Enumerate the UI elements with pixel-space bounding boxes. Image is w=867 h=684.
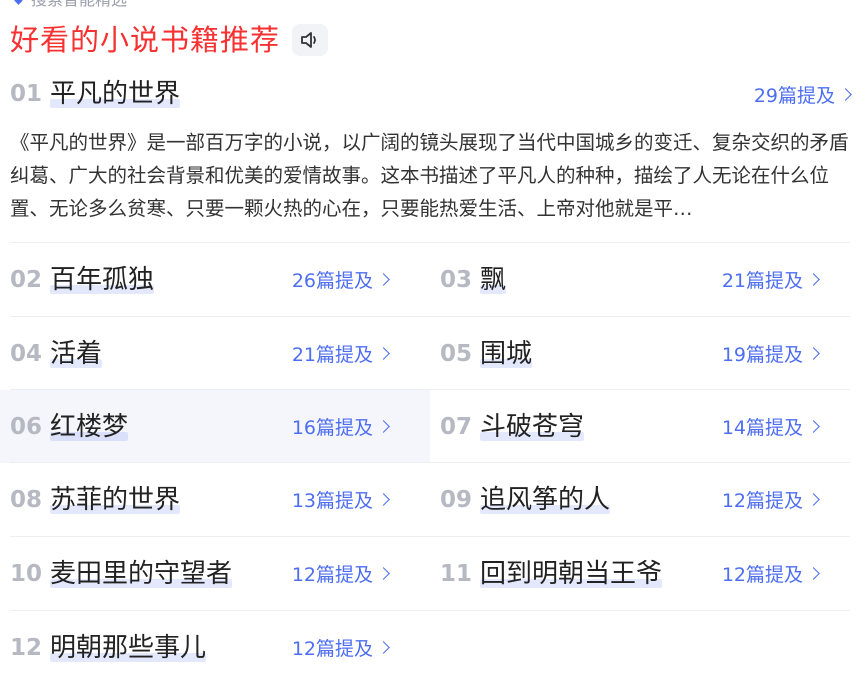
book-item-left: 08 苏菲的世界 xyxy=(10,484,181,516)
book-item[interactable]: 04 活着 21篇提及 xyxy=(0,317,430,390)
mention-link[interactable]: 29篇提及 xyxy=(753,81,852,108)
chevron-right-icon xyxy=(807,347,820,360)
mention-link[interactable]: 12篇提及 xyxy=(291,634,390,661)
chevron-right-icon xyxy=(377,420,390,433)
row-divider xyxy=(10,389,850,390)
mention-count: 29篇提及 xyxy=(753,84,835,107)
book-item-left: 02 百年孤独 xyxy=(10,264,155,296)
mention-count: 26篇提及 xyxy=(291,270,373,292)
mention-count: 14篇提及 xyxy=(721,417,803,439)
mention-count: 19篇提及 xyxy=(721,344,803,366)
rank-number: 01 xyxy=(10,81,43,107)
rank-number: 07 xyxy=(440,413,473,440)
book-item[interactable]: 10 麦田里的守望者 12篇提及 xyxy=(0,537,430,610)
mention-link[interactable]: 19篇提及 xyxy=(721,340,820,367)
row-divider xyxy=(10,536,850,537)
chevron-right-icon xyxy=(377,493,390,506)
mention-link[interactable]: 26篇提及 xyxy=(291,266,390,293)
mention-link[interactable]: 21篇提及 xyxy=(721,266,820,293)
book-item[interactable]: 06 红楼梦 16篇提及 xyxy=(0,390,430,463)
book-name[interactable]: 苏菲的世界 xyxy=(50,484,181,516)
chevron-right-icon xyxy=(807,493,820,506)
book-item-left: 11 回到明朝当王爷 xyxy=(440,558,663,590)
book-item[interactable]: 08 苏菲的世界 13篇提及 xyxy=(0,463,430,536)
chevron-right-icon xyxy=(807,273,820,286)
rank-number: 12 xyxy=(10,634,43,661)
row-divider xyxy=(10,242,850,243)
mention-link[interactable]: 12篇提及 xyxy=(721,560,820,587)
book-name[interactable]: 明朝那些事儿 xyxy=(50,632,207,664)
title-row: 好看的小说书籍推荐 xyxy=(10,20,329,60)
chevron-right-icon xyxy=(377,641,390,654)
book-name[interactable]: 红楼梦 xyxy=(50,411,129,443)
rank-number: 11 xyxy=(440,560,473,587)
book-item-top[interactable]: 01 平凡的世界 29篇提及 《平凡的世界》是一部百万字的小说，以广阔的镜头展现… xyxy=(10,72,852,225)
chevron-right-icon xyxy=(807,567,820,580)
mention-count: 21篇提及 xyxy=(721,270,803,292)
mention-link[interactable]: 16篇提及 xyxy=(291,413,390,440)
row-divider xyxy=(10,610,850,611)
chevron-right-icon xyxy=(377,347,390,360)
chevron-right-icon xyxy=(377,273,390,286)
mention-count: 16篇提及 xyxy=(291,417,373,439)
row-divider xyxy=(10,316,850,317)
book-item[interactable]: 02 百年孤独 26篇提及 xyxy=(0,243,430,316)
book-item-left: 07 斗破苍穹 xyxy=(440,411,585,443)
book-description: 《平凡的世界》是一部百万字的小说，以广阔的镜头展现了当代中国城乡的变迁、复杂交织… xyxy=(10,131,849,220)
book-item[interactable]: 09 追风筝的人 12篇提及 xyxy=(430,463,860,536)
book-name[interactable]: 活着 xyxy=(50,338,103,370)
rank-number: 03 xyxy=(440,266,473,293)
chevron-right-icon xyxy=(807,420,820,433)
audio-button[interactable] xyxy=(292,24,329,56)
book-name[interactable]: 平凡的世界 xyxy=(50,78,181,110)
chevron-right-icon xyxy=(377,567,390,580)
top-cut-header: 搜索智能精选 xyxy=(12,0,127,9)
book-name[interactable]: 麦田里的守望者 xyxy=(50,558,233,590)
mention-link[interactable]: 12篇提及 xyxy=(721,486,820,513)
book-item-left: 06 红楼梦 xyxy=(10,411,129,443)
book-item[interactable]: 11 回到明朝当王爷 12篇提及 xyxy=(430,537,860,610)
book-name[interactable]: 回到明朝当王爷 xyxy=(480,558,663,590)
book-item[interactable]: 03 飘 21篇提及 xyxy=(430,243,860,316)
book-item[interactable]: 07 斗破苍穹 14篇提及 xyxy=(430,390,860,463)
rank-number: 10 xyxy=(10,560,43,587)
mention-count: 12篇提及 xyxy=(291,564,373,586)
rank-number: 09 xyxy=(440,486,473,513)
book-name[interactable]: 追风筝的人 xyxy=(480,484,611,516)
rank-number: 08 xyxy=(10,486,43,513)
book-item[interactable]: 12 明朝那些事儿 12篇提及 xyxy=(0,611,430,684)
book-name[interactable]: 围城 xyxy=(480,338,533,370)
mention-count: 12篇提及 xyxy=(721,490,803,512)
location-pin-icon xyxy=(12,0,25,5)
speaker-icon xyxy=(301,32,316,48)
rank-number: 05 xyxy=(440,340,473,367)
mention-count: 12篇提及 xyxy=(291,638,373,660)
mention-link[interactable]: 14篇提及 xyxy=(721,413,820,440)
rank-number: 04 xyxy=(10,340,43,367)
mention-link[interactable]: 21篇提及 xyxy=(291,340,390,367)
book-item[interactable]: 05 围城 19篇提及 xyxy=(430,317,860,390)
book-name[interactable]: 斗破苍穹 xyxy=(480,411,585,443)
mention-link[interactable]: 12篇提及 xyxy=(291,560,390,587)
book-item-left: 09 追风筝的人 xyxy=(440,484,611,516)
mention-count: 13篇提及 xyxy=(291,490,373,512)
mention-count: 21篇提及 xyxy=(291,344,373,366)
row-divider xyxy=(10,462,850,463)
rank-number: 02 xyxy=(10,266,43,293)
book-item-left: 03 飘 xyxy=(440,264,507,296)
mention-link[interactable]: 13篇提及 xyxy=(291,486,390,513)
chevron-right-icon xyxy=(839,87,852,101)
rank-number: 06 xyxy=(10,413,43,440)
mention-count: 12篇提及 xyxy=(721,564,803,586)
book-item-left: 04 活着 xyxy=(10,338,103,370)
top-cut-text: 搜索智能精选 xyxy=(31,0,127,10)
book-item-left: 12 明朝那些事儿 xyxy=(10,632,207,664)
book-name[interactable]: 飘 xyxy=(480,264,507,296)
page-title: 好看的小说书籍推荐 xyxy=(10,23,281,57)
book-item-left: 10 麦田里的守望者 xyxy=(10,558,233,590)
book-name[interactable]: 百年孤独 xyxy=(50,264,155,296)
book-item-left: 05 围城 xyxy=(440,338,533,370)
